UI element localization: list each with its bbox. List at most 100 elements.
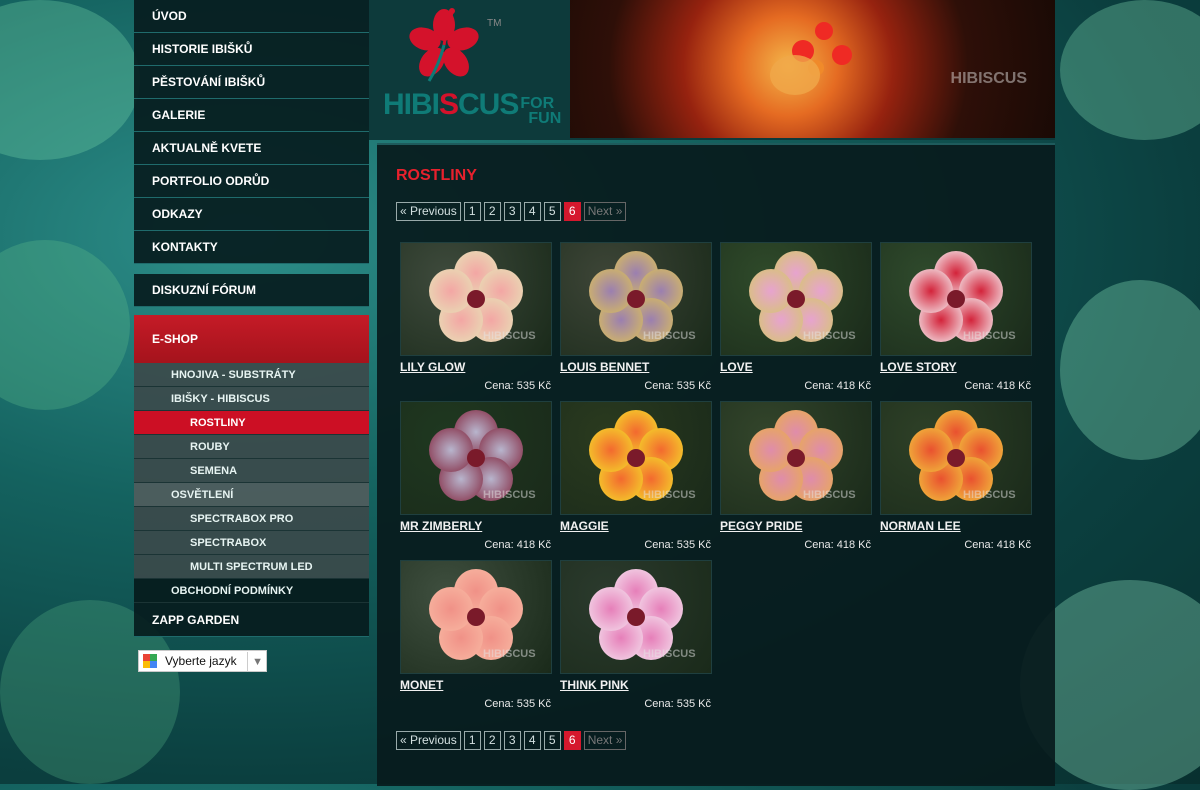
product-price: Cena: 418 Kč bbox=[964, 539, 1031, 551]
product-image[interactable]: HIBISCUS bbox=[880, 401, 1032, 515]
product-image[interactable]: HIBISCUS bbox=[560, 401, 712, 515]
product-price: Cena: 535 Kč bbox=[484, 698, 551, 710]
site-logo[interactable]: TM HIBISCUS FOR FUN bbox=[369, 0, 569, 140]
nav-item-odkazy[interactable]: ODKAZY bbox=[134, 198, 369, 231]
pagination-previous[interactable]: « Previous bbox=[396, 202, 461, 221]
subnav-semena[interactable]: SEMENA bbox=[134, 459, 369, 483]
nav-item-forum[interactable]: DISKUZNÍ FÓRUM bbox=[134, 274, 369, 307]
product-image[interactable]: HIBISCUS bbox=[880, 242, 1032, 356]
product-name-link[interactable]: LILY GLOW bbox=[400, 360, 552, 374]
flower-petal bbox=[749, 268, 794, 313]
nav-divider bbox=[134, 264, 369, 274]
subnav-hnojiva[interactable]: HNOJIVA - SUBSTRÁTY bbox=[134, 363, 369, 387]
product-price: Cena: 418 Kč bbox=[964, 380, 1031, 392]
product-image[interactable]: HIBISCUS bbox=[400, 401, 552, 515]
sidebar-nav: ÚVOD HISTORIE IBIŠKŮ PĚSTOVÁNÍ IBIŠKŮ GA… bbox=[134, 0, 369, 637]
logo-text: HIBISCUS FOR FUN bbox=[383, 88, 562, 127]
product-card[interactable]: HIBISCUS LOVE STORY Cena: 418 Kč bbox=[880, 242, 1032, 392]
logo-text-part: S bbox=[439, 88, 459, 121]
subnav-spectrabox-pro[interactable]: SPECTRABOX PRO bbox=[134, 507, 369, 531]
product-name-link[interactable]: MAGGIE bbox=[560, 519, 712, 533]
product-name-link[interactable]: MONET bbox=[400, 678, 552, 692]
flower-petal bbox=[909, 427, 954, 472]
pagination-page-3[interactable]: 3 bbox=[503, 202, 521, 221]
flower-petal bbox=[589, 427, 634, 472]
nav-item-kontakty[interactable]: KONTAKTY bbox=[134, 231, 369, 264]
product-name-link[interactable]: LOUIS BENNET bbox=[560, 360, 712, 374]
product-name-link[interactable]: NORMAN LEE bbox=[880, 519, 1032, 533]
product-name-link[interactable]: LOVE bbox=[720, 360, 872, 374]
pagination-page-4[interactable]: 4 bbox=[523, 731, 541, 750]
image-watermark: HIBISCUS bbox=[483, 489, 536, 501]
product-card[interactable]: HIBISCUS MR ZIMBERLY Cena: 418 Kč bbox=[400, 401, 552, 551]
image-watermark: HIBISCUS bbox=[643, 330, 696, 342]
product-image[interactable]: HIBISCUS bbox=[560, 242, 712, 356]
pagination-page-3[interactable]: 3 bbox=[503, 731, 521, 750]
pagination-page-1[interactable]: 1 bbox=[463, 202, 481, 221]
flower-center bbox=[627, 449, 645, 467]
product-name-link[interactable]: LOVE STORY bbox=[880, 360, 1032, 374]
nav-item-galerie[interactable]: GALERIE bbox=[134, 99, 369, 132]
pagination-page-5[interactable]: 5 bbox=[543, 202, 561, 221]
subnav-multi-spectrum-led[interactable]: MULTI SPECTRUM LED bbox=[134, 555, 369, 579]
banner-watermark: HIBISCUS bbox=[950, 70, 1027, 87]
image-watermark: HIBISCUS bbox=[963, 330, 1016, 342]
pagination-page-1[interactable]: 1 bbox=[463, 731, 481, 750]
subnav-rostliny[interactable]: ROSTLINY bbox=[134, 411, 369, 435]
nav-item-eshop[interactable]: E-SHOP bbox=[134, 315, 369, 363]
image-watermark: HIBISCUS bbox=[483, 648, 536, 660]
product-card[interactable]: HIBISCUS MAGGIE Cena: 535 Kč bbox=[560, 401, 712, 551]
subnav-rouby[interactable]: ROUBY bbox=[134, 435, 369, 459]
flower-center bbox=[467, 608, 485, 626]
product-name-link[interactable]: PEGGY PRIDE bbox=[720, 519, 872, 533]
flower-petal bbox=[589, 586, 634, 631]
nav-item-portfolio[interactable]: PORTFOLIO ODRŮD bbox=[134, 165, 369, 198]
product-card[interactable]: HIBISCUS LOVE Cena: 418 Kč bbox=[720, 242, 872, 392]
product-card[interactable]: HIBISCUS THINK PINK Cena: 535 Kč bbox=[560, 560, 712, 710]
flower-center bbox=[467, 290, 485, 308]
nav-item-pestovani[interactable]: PĚSTOVÁNÍ IBIŠKŮ bbox=[134, 66, 369, 99]
product-image[interactable]: HIBISCUS bbox=[400, 560, 552, 674]
product-price: Cena: 418 Kč bbox=[804, 539, 871, 551]
pagination-page-2[interactable]: 2 bbox=[483, 731, 501, 750]
product-card[interactable]: HIBISCUS LILY GLOW Cena: 535 Kč bbox=[400, 242, 552, 392]
subnav-osvetleni[interactable]: OSVĚTLENÍ bbox=[134, 483, 369, 507]
pagination-page-4[interactable]: 4 bbox=[523, 202, 541, 221]
subnav-ibisky[interactable]: IBIŠKY - HIBISCUS bbox=[134, 387, 369, 411]
nav-item-zapp-garden[interactable]: ZAPP GARDEN bbox=[134, 603, 369, 637]
chevron-down-icon: ▼ bbox=[247, 652, 263, 672]
logo-text-part: HIBI bbox=[383, 88, 440, 121]
pagination-page-5[interactable]: 5 bbox=[543, 731, 561, 750]
product-card[interactable]: HIBISCUS LOUIS BENNET Cena: 535 Kč bbox=[560, 242, 712, 392]
pagination-page-2[interactable]: 2 bbox=[483, 202, 501, 221]
image-watermark: HIBISCUS bbox=[963, 489, 1016, 501]
product-image[interactable]: HIBISCUS bbox=[720, 401, 872, 515]
background-flower bbox=[0, 240, 130, 410]
product-name-link[interactable]: MR ZIMBERLY bbox=[400, 519, 552, 533]
nav-item-uvod[interactable]: ÚVOD bbox=[134, 0, 369, 33]
product-image[interactable]: HIBISCUS bbox=[560, 560, 712, 674]
language-selector[interactable]: Vyberte jazyk ▼ bbox=[138, 650, 267, 672]
pagination-previous[interactable]: « Previous bbox=[396, 731, 461, 750]
nav-item-aktualne-kvete[interactable]: AKTUALNĚ KVETE bbox=[134, 132, 369, 165]
banner-stamen bbox=[815, 22, 833, 40]
subnav-spectrabox[interactable]: SPECTRABOX bbox=[134, 531, 369, 555]
flower-center bbox=[787, 449, 805, 467]
pagination-next: Next » bbox=[583, 731, 627, 750]
pagination-page-6-current[interactable]: 6 bbox=[563, 202, 581, 221]
product-image[interactable]: HIBISCUS bbox=[400, 242, 552, 356]
product-card[interactable]: HIBISCUS PEGGY PRIDE Cena: 418 Kč bbox=[720, 401, 872, 551]
product-card[interactable]: HIBISCUS MONET Cena: 535 Kč bbox=[400, 560, 552, 710]
flower-center bbox=[947, 449, 965, 467]
background-flower bbox=[1060, 280, 1200, 460]
logo-text-main: HIBISCUS bbox=[383, 88, 519, 121]
nav-item-historie[interactable]: HISTORIE IBIŠKŮ bbox=[134, 33, 369, 66]
image-watermark: HIBISCUS bbox=[803, 489, 856, 501]
pagination-page-6-current[interactable]: 6 bbox=[563, 731, 581, 750]
subnav-obchodni-podminky[interactable]: OBCHODNÍ PODMÍNKY bbox=[134, 579, 369, 603]
flower-petal bbox=[429, 268, 474, 313]
product-image[interactable]: HIBISCUS bbox=[720, 242, 872, 356]
product-card[interactable]: HIBISCUS NORMAN LEE Cena: 418 Kč bbox=[880, 401, 1032, 551]
product-name-link[interactable]: THINK PINK bbox=[560, 678, 712, 692]
logo-fun: FUN bbox=[528, 110, 562, 127]
